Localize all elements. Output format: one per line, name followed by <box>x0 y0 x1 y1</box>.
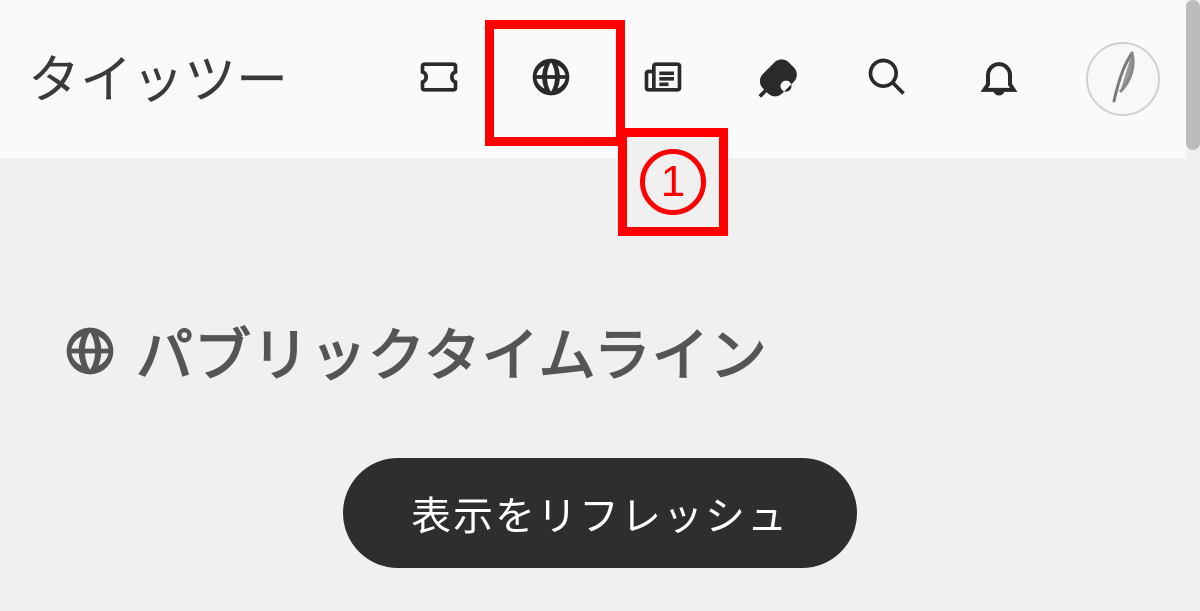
page-title-row: パブリックタイムライン <box>62 310 1138 392</box>
nav-item-globe[interactable] <box>526 54 576 104</box>
globe-icon <box>62 323 118 379</box>
app-logo[interactable]: タイッツー <box>28 38 288 113</box>
nav-item-ticket[interactable] <box>414 54 464 104</box>
search-icon <box>865 55 909 104</box>
feather-icon <box>1104 50 1142 109</box>
nav-item-news[interactable] <box>638 54 688 104</box>
bell-icon <box>977 55 1021 104</box>
header: タイッツー <box>0 0 1200 158</box>
nav-item-paddle[interactable] <box>750 54 800 104</box>
news-icon <box>641 55 685 104</box>
nav-item-bell[interactable] <box>974 54 1024 104</box>
paddle-icon <box>753 55 797 104</box>
page-title: パブリックタイムライン <box>136 310 768 392</box>
scrollbar-thumb[interactable] <box>1186 0 1200 150</box>
ticket-icon <box>417 55 461 104</box>
nav-icons <box>414 42 1160 116</box>
nav-item-search[interactable] <box>862 54 912 104</box>
globe-icon <box>529 55 573 104</box>
refresh-button[interactable]: 表示をリフレッシュ <box>343 458 857 568</box>
scrollbar-track[interactable] <box>1186 0 1200 611</box>
main-content: パブリックタイムライン 表示をリフレッシュ <box>0 158 1200 568</box>
avatar[interactable] <box>1086 42 1160 116</box>
